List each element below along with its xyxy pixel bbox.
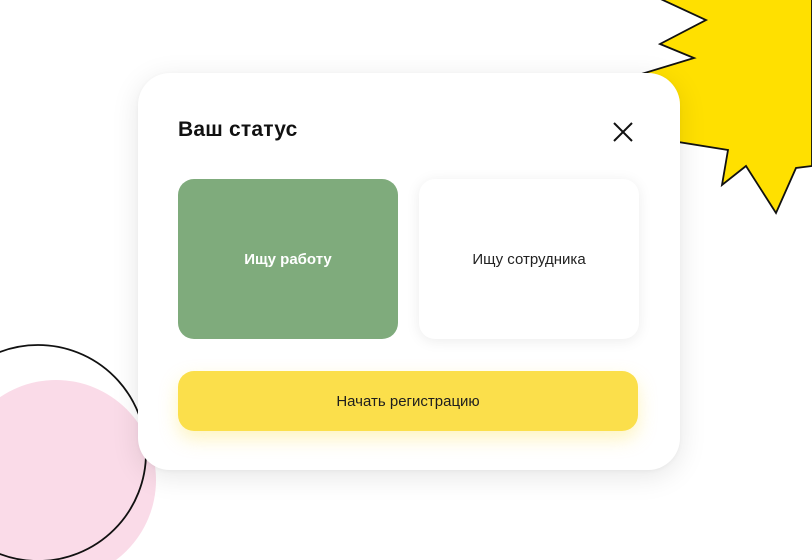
status-option-employer[interactable]: Ищу сотрудника (419, 179, 639, 339)
status-option-label: Ищу работу (244, 250, 332, 268)
status-option-label: Ищу сотрудника (472, 250, 586, 268)
page-background: Ваш статус Ищу работу Ищу сотрудника Нач… (0, 0, 812, 560)
status-option-job-seeker[interactable]: Ищу работу (178, 179, 398, 339)
close-icon (613, 122, 633, 142)
status-modal: Ваш статус Ищу работу Ищу сотрудника Нач… (138, 73, 680, 470)
modal-title: Ваш статус (178, 118, 298, 141)
start-registration-button[interactable]: Начать регистрацию (178, 371, 638, 431)
close-button[interactable] (610, 119, 636, 145)
start-registration-label: Начать регистрацию (336, 392, 480, 410)
